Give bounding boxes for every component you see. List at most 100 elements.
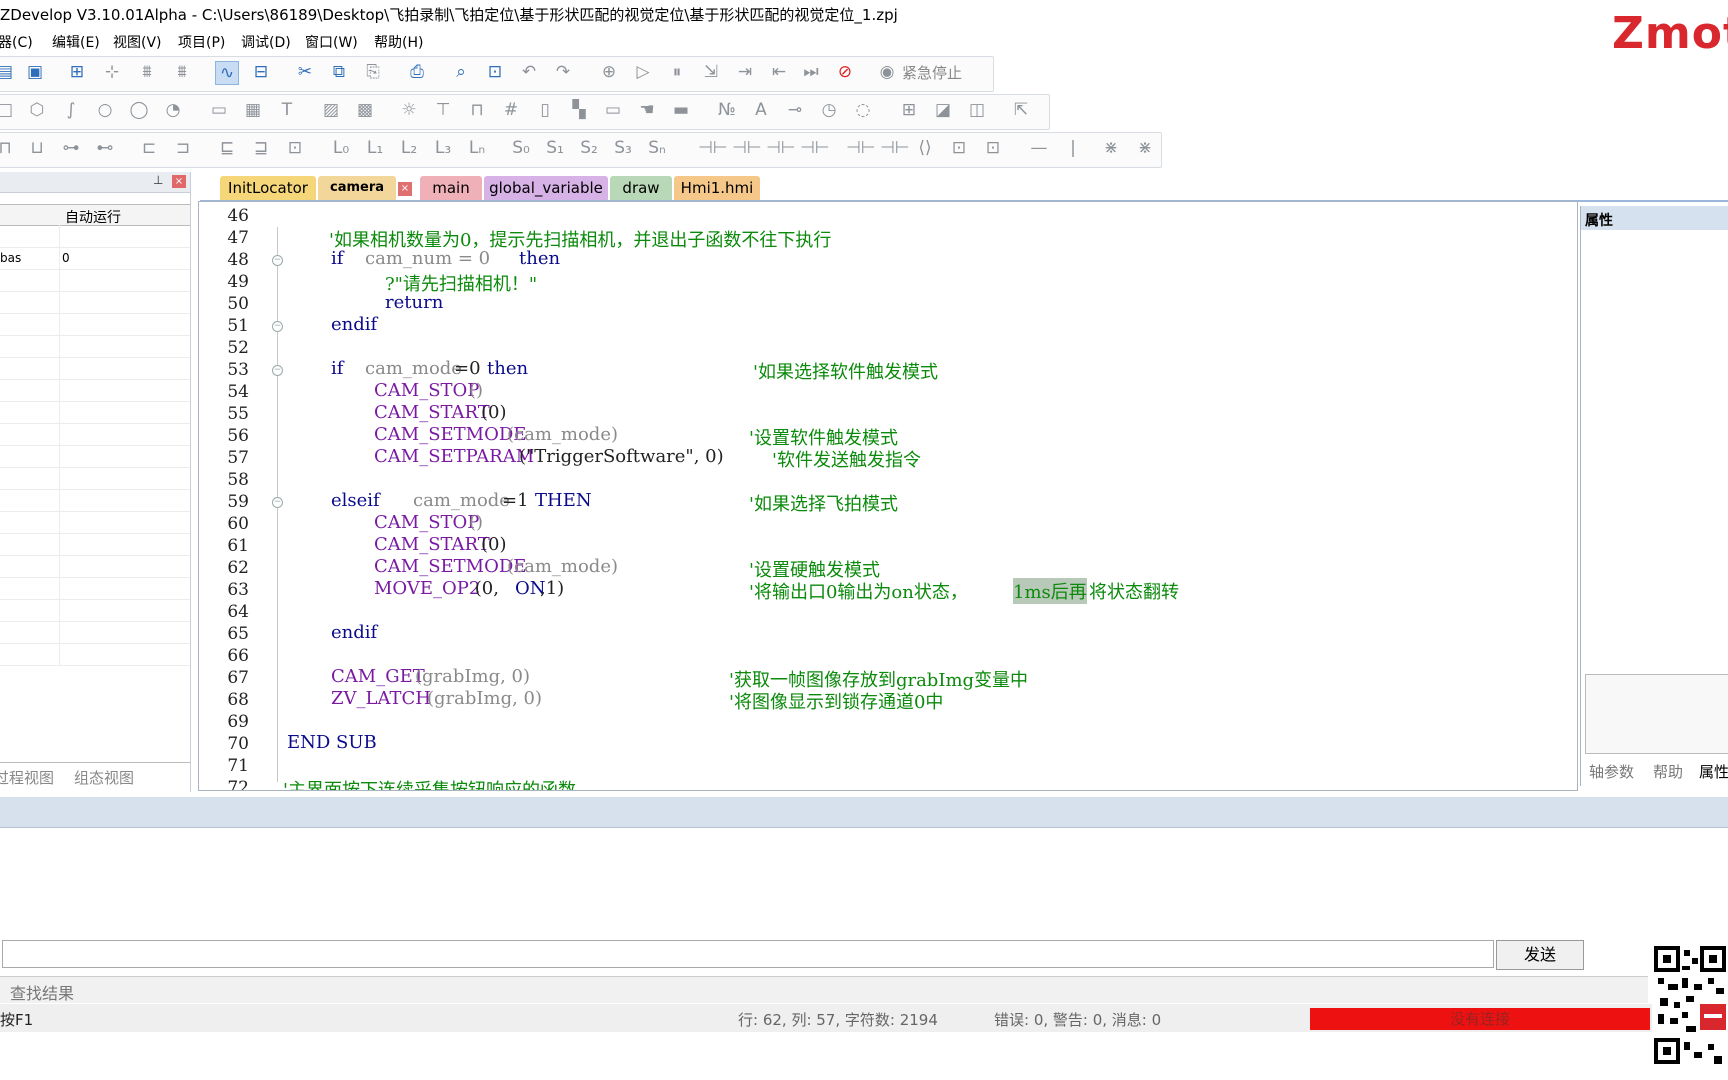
step-over-icon[interactable]: ⇥ (734, 61, 756, 83)
pie-icon[interactable]: ◔ (162, 99, 184, 121)
cut-icon[interactable]: ✂ (294, 61, 316, 83)
step-out-icon[interactable]: ⇤ (768, 61, 790, 83)
button-widget-icon[interactable]: ▭ (602, 99, 624, 121)
polyline-icon[interactable]: ∫ (60, 99, 82, 121)
vline-icon[interactable]: | (1062, 137, 1084, 159)
build-all-icon[interactable]: ⩩ (171, 61, 193, 83)
table-row[interactable] (0, 423, 190, 446)
table-row[interactable] (0, 577, 190, 600)
joystick-icon[interactable]: ⊸ (784, 99, 806, 121)
tab-config-view[interactable]: 组态视图 (74, 767, 134, 788)
print-icon[interactable]: ⎙ (406, 61, 428, 83)
contact-no-icon[interactable]: ⊣⊢ (698, 137, 728, 159)
hand-icon[interactable]: ☚ (636, 99, 658, 121)
tree-icon[interactable]: ⊟ (250, 61, 272, 83)
ladder-d-icon[interactable]: ⊷ (94, 137, 116, 159)
ladder-c-icon[interactable]: ⊶ (60, 137, 82, 159)
delete-hline-icon[interactable]: ⋇ (1100, 137, 1122, 159)
export-icon[interactable]: ⇱ (1010, 99, 1032, 121)
fold-toggle-icon[interactable]: − (272, 255, 283, 266)
fold-toggle-icon[interactable]: − (272, 321, 283, 332)
table-row[interactable] (0, 599, 190, 622)
ladder-e-icon[interactable]: ⊏ (138, 137, 160, 159)
l1-icon[interactable]: L₁ (364, 137, 386, 159)
selected-text[interactable]: 1ms后再 (1013, 578, 1087, 604)
ladder-b-icon[interactable]: ⊔ (26, 137, 48, 159)
step-icon[interactable]: ⇲ (700, 61, 722, 83)
menu-debug[interactable]: 调试(D) (241, 32, 291, 52)
table-row[interactable] (0, 489, 190, 512)
copy-icon[interactable]: ⧉ (328, 61, 350, 83)
stop-icon[interactable]: ⊘ (834, 61, 856, 83)
l3-icon[interactable]: L₃ (432, 137, 454, 159)
close-tab-icon[interactable]: × (398, 182, 412, 196)
tab-find-results[interactable]: 查找结果 (10, 980, 74, 1004)
menu-window[interactable]: 窗口(W) (305, 32, 358, 52)
s3-icon[interactable]: S₃ (612, 137, 634, 159)
ln-icon[interactable]: Lₙ (466, 137, 488, 159)
table-row[interactable] (0, 533, 190, 556)
menu-help[interactable]: 帮助(H) (374, 32, 423, 52)
palette-icon[interactable]: ◌ (852, 99, 874, 121)
save-icon[interactable]: ▣ (24, 61, 46, 83)
build-icon[interactable]: ⩩ (136, 61, 158, 83)
image-group-icon[interactable]: ▩ (354, 99, 376, 121)
run-to-icon[interactable]: ⏭ (800, 61, 822, 83)
table-row[interactable] (0, 335, 190, 358)
redo-icon[interactable]: ↷ (552, 61, 574, 83)
emergency-stop-icon[interactable]: ◉ (876, 61, 898, 83)
s0-icon[interactable]: S₀ (510, 137, 532, 159)
tab-axis-params[interactable]: 轴参数 (1589, 761, 1634, 782)
table-row[interactable] (0, 291, 190, 314)
menu-view[interactable]: 视图(V) (113, 32, 162, 52)
table-row[interactable] (0, 467, 190, 490)
send-button[interactable]: 发送 (1496, 940, 1584, 970)
command-input[interactable] (2, 940, 1494, 968)
fold-toggle-icon[interactable]: − (272, 365, 283, 376)
layers-icon[interactable]: ◫ (966, 99, 988, 121)
delete-vline-icon[interactable]: ⋇ (1134, 137, 1156, 159)
tab-properties[interactable]: 属性 (1699, 761, 1728, 782)
table-row[interactable] (0, 357, 190, 380)
table-row[interactable] (0, 313, 190, 336)
tab-help[interactable]: 帮助 (1653, 761, 1683, 782)
value-icon[interactable]: № (716, 99, 738, 121)
contact-nc-icon[interactable]: ⊣⊢ (732, 137, 762, 159)
table-row[interactable] (0, 621, 190, 644)
tab-main[interactable]: main (420, 176, 482, 200)
rectangle-icon[interactable]: □ (0, 99, 16, 121)
circle-icon[interactable]: ○ (94, 99, 116, 121)
bulb-icon[interactable]: ☼ (398, 99, 420, 121)
scope-icon[interactable]: ∿ (215, 61, 239, 85)
image-icon[interactable]: ▨ (320, 99, 342, 121)
number-icon[interactable]: # (500, 99, 522, 121)
find-icon[interactable]: ⌕ (450, 61, 472, 83)
ladder-a-icon[interactable]: ⊓ (0, 137, 16, 159)
run-icon[interactable]: ▷ (632, 61, 654, 83)
tab-hmi1[interactable]: Hmi1.hmi (674, 176, 760, 200)
ladder-h-icon[interactable]: ⊒ (250, 137, 272, 159)
table-row[interactable] (0, 555, 190, 578)
tab-draw[interactable]: draw (610, 176, 672, 200)
tab-camera[interactable]: camera (318, 176, 396, 200)
contact-p-icon[interactable]: ⊣⊢ (766, 137, 796, 159)
table-row[interactable] (0, 269, 190, 292)
code-editor[interactable]: 46 47 48 49 50 51 52 53 54 55 56 57 58 5… (198, 201, 1578, 791)
pause-icon[interactable]: ⏸ (666, 61, 688, 83)
find-file-icon[interactable]: ⊡ (484, 61, 506, 83)
l0-icon[interactable]: L₀ (330, 137, 352, 159)
polygon-icon[interactable]: ⬡ (26, 99, 48, 121)
ladder-f-icon[interactable]: ⊐ (172, 137, 194, 159)
toggle-icon[interactable]: ⊓ (466, 99, 488, 121)
slider-icon[interactable]: ▭ (208, 99, 230, 121)
s2-icon[interactable]: S₂ (578, 137, 600, 159)
string-icon[interactable]: A (750, 99, 772, 121)
menu-project[interactable]: 项目(P) (178, 32, 225, 52)
panel-icon[interactable]: ▬ (670, 99, 692, 121)
paste-icon[interactable]: ⎘ (362, 61, 384, 83)
table-row[interactable]: bas 0 (0, 247, 190, 270)
table-row[interactable] (0, 225, 190, 248)
network-icon[interactable]: ⊞ (66, 61, 88, 83)
frame-icon[interactable]: ⊞ (898, 99, 920, 121)
output-splitter[interactable] (0, 797, 1728, 828)
